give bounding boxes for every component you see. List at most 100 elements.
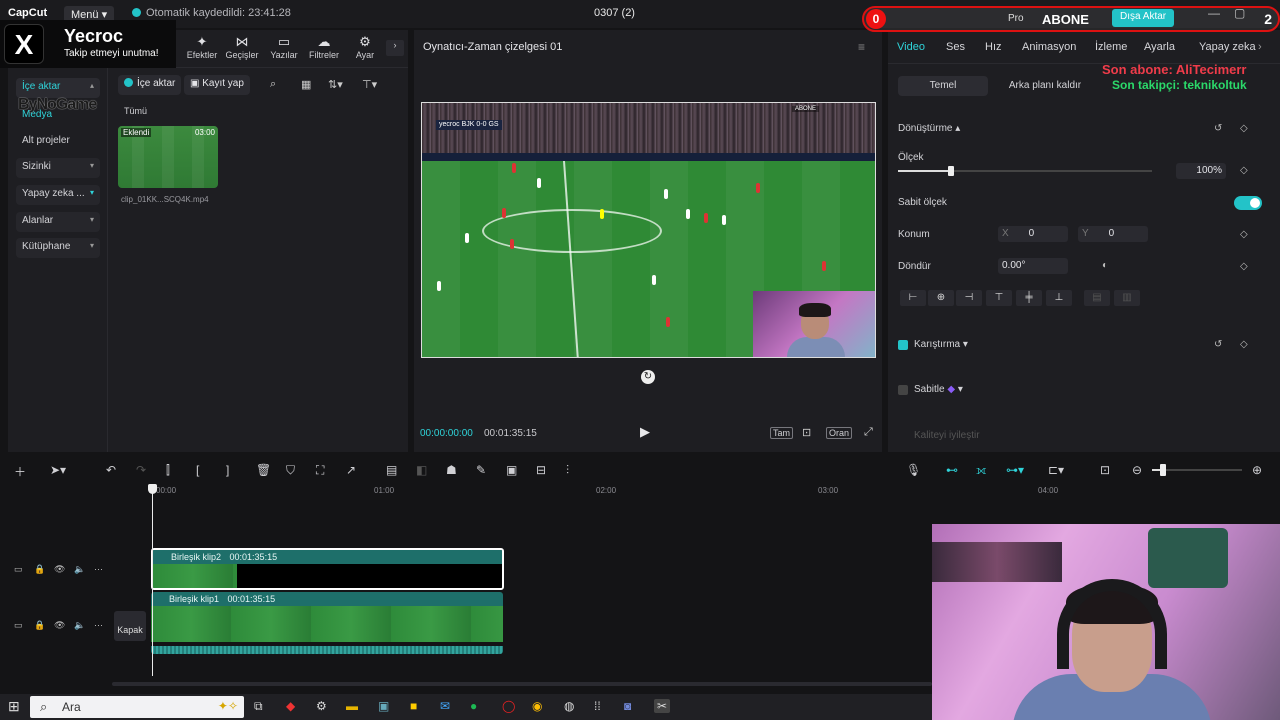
timeline-scrollbar[interactable] bbox=[112, 682, 932, 686]
tab-ai[interactable]: Yapay zeka bbox=[1199, 41, 1256, 53]
tool-transitions[interactable]: ⋈ Geçişler bbox=[222, 34, 262, 60]
spotify-icon[interactable]: ● bbox=[470, 699, 477, 713]
nav-library[interactable]: Kütüphane ▾ bbox=[16, 238, 100, 258]
tool-adjust[interactable]: ⚙ Ayar bbox=[345, 34, 385, 60]
cutout-icon[interactable]: ☗ bbox=[446, 463, 457, 477]
rotate-dial-icon[interactable]: ◐ bbox=[1102, 260, 1108, 271]
lock-icon[interactable]: 🔒 bbox=[34, 620, 45, 631]
tab-speed[interactable]: Hız bbox=[985, 41, 1002, 53]
more-icon[interactable]: ⋯ bbox=[94, 564, 103, 575]
tool-filters[interactable]: ☁ Filtreler bbox=[304, 34, 344, 60]
x-field[interactable]: X0 bbox=[998, 226, 1068, 242]
split-icon[interactable]: ⫿ bbox=[166, 463, 170, 478]
microphone-icon[interactable]: 🎙 bbox=[906, 463, 921, 477]
import-button[interactable]: İçe aktar bbox=[118, 75, 182, 95]
tabs-next-icon[interactable]: › bbox=[1258, 41, 1262, 53]
keyframe-icon[interactable]: ◇ bbox=[1240, 165, 1248, 176]
search-icon[interactable]: ⌕ bbox=[270, 78, 276, 91]
distribute-v-icon[interactable]: ▥ bbox=[1114, 290, 1140, 306]
settings-icon[interactable]: ⚙ bbox=[316, 699, 327, 713]
scale-value[interactable]: 100% bbox=[1176, 163, 1226, 179]
timeline-clip-1[interactable]: Birleşik klip1 00:01:35:15 bbox=[151, 592, 503, 654]
trim-right-icon[interactable]: ] bbox=[226, 463, 229, 477]
chrome-icon[interactable]: ◉ bbox=[532, 699, 542, 713]
align-right-icon[interactable]: ⊣ bbox=[956, 290, 982, 306]
blend-label[interactable]: Karıştırma ▾ bbox=[914, 339, 968, 350]
app-icon-blue[interactable]: ▣ bbox=[378, 699, 389, 713]
mail-icon[interactable]: ✉ bbox=[440, 699, 450, 713]
speed-curve-icon[interactable]: ↗ bbox=[346, 463, 356, 477]
nav-spaces[interactable]: Alanlar ▾ bbox=[16, 212, 100, 232]
freeze-icon[interactable]: ▤ bbox=[386, 463, 397, 477]
sort-icon[interactable]: ⇅▾ bbox=[328, 78, 343, 91]
tool-effects[interactable]: ✦ Efektler bbox=[182, 34, 222, 60]
obs-icon[interactable]: ◍ bbox=[564, 699, 574, 713]
undo-icon[interactable]: ↶ bbox=[106, 463, 116, 477]
eye-icon[interactable]: 👁 bbox=[54, 564, 65, 575]
keyframe-icon[interactable]: ◇ bbox=[1240, 123, 1248, 134]
reset-icon[interactable]: ↺ bbox=[1214, 339, 1222, 350]
redo-icon[interactable]: ↷ bbox=[136, 463, 146, 477]
play-icon[interactable]: ▶ bbox=[640, 424, 650, 440]
align-bottom-icon[interactable]: ⊥ bbox=[1046, 290, 1072, 306]
volume-icon[interactable]: 🔈 bbox=[74, 564, 85, 575]
export-button[interactable]: Dışa Aktar bbox=[1112, 9, 1175, 27]
hd-icon[interactable]: ▣ bbox=[506, 463, 517, 477]
transform-title[interactable]: Dönüştürme ▴ bbox=[898, 123, 960, 134]
scale-slider-track[interactable] bbox=[952, 170, 1152, 172]
more-icon[interactable]: ⋯ bbox=[94, 620, 103, 631]
reset-icon[interactable]: ↺ bbox=[1214, 123, 1222, 134]
distribute-h-icon[interactable]: ▤ bbox=[1084, 290, 1110, 306]
crop-icon[interactable]: ⛶ bbox=[316, 463, 324, 478]
delete-icon[interactable]: 🗑 bbox=[256, 463, 271, 477]
export-frame-icon[interactable]: ⊟ bbox=[536, 463, 546, 477]
task-view-icon[interactable]: ⧉ bbox=[254, 699, 263, 714]
record-button[interactable]: ▣ Kayıt yap bbox=[184, 75, 250, 95]
zoom-in-icon[interactable]: ⊕ bbox=[1252, 463, 1262, 477]
file-explorer-icon[interactable]: ▬ bbox=[346, 699, 358, 713]
link-icon[interactable]: ⊷ bbox=[946, 463, 958, 477]
screenshot-icon[interactable]: ⊡ bbox=[802, 426, 811, 439]
nav-ai[interactable]: Yapay zeka ... ▾ bbox=[16, 185, 100, 205]
blend-checkbox[interactable] bbox=[898, 340, 908, 350]
cover-button[interactable]: Kapak bbox=[114, 611, 146, 641]
sticky-notes-icon[interactable]: ■ bbox=[410, 699, 417, 713]
zoom-slider-thumb[interactable] bbox=[1160, 464, 1166, 476]
enhance-label[interactable]: Kaliteyi iyileştir bbox=[914, 430, 980, 441]
segment-basic[interactable]: Temel bbox=[898, 76, 988, 96]
app-grid-icon[interactable]: ⁞⁞ bbox=[594, 699, 601, 713]
tool-text[interactable]: ▭ Yazılar bbox=[264, 34, 304, 60]
zoom-out-icon[interactable]: ⊖ bbox=[1132, 463, 1142, 477]
playhead-handle[interactable] bbox=[148, 484, 157, 494]
ratio-button[interactable]: Oran bbox=[826, 427, 853, 439]
opera-icon[interactable]: ◯ bbox=[502, 699, 515, 713]
lock-icon[interactable]: 🔒 bbox=[34, 564, 45, 575]
timeline-clip-2[interactable]: Birleşik klip2 00:01:35:15 bbox=[151, 548, 504, 590]
keyframe-icon[interactable]: ◇ bbox=[1240, 339, 1248, 350]
app-icon-red[interactable]: ◆ bbox=[286, 699, 295, 713]
nav-yours[interactable]: Sizinki ▾ bbox=[16, 158, 100, 178]
filter-all[interactable]: Tümü bbox=[124, 106, 147, 116]
rotate-handle-icon[interactable]: ↻ bbox=[641, 370, 655, 384]
keyframe-icon[interactable]: ◇ bbox=[1240, 261, 1248, 272]
capcut-taskbar-icon[interactable]: ✂ bbox=[654, 699, 671, 713]
snap-icon[interactable]: ⟗ bbox=[976, 463, 987, 478]
tab-tracking[interactable]: İzleme bbox=[1095, 41, 1127, 53]
fullscreen-icon[interactable]: ⤢ bbox=[864, 426, 873, 439]
zoom-slider-track[interactable] bbox=[1162, 469, 1242, 471]
audio-wave-icon[interactable]: ⫶ bbox=[566, 463, 569, 478]
preview-axis-icon[interactable]: ⊏▾ bbox=[1048, 463, 1064, 477]
tab-animation[interactable]: Animasyon bbox=[1022, 41, 1076, 53]
media-clip-thumbnail[interactable]: Eklendi 03:00 bbox=[118, 126, 218, 188]
magnet-icon[interactable]: ⊶▾ bbox=[1006, 463, 1024, 477]
playhead[interactable] bbox=[152, 486, 153, 676]
full-quality-button[interactable]: Tam bbox=[770, 427, 794, 439]
fit-icon[interactable]: ⊡ bbox=[1100, 463, 1110, 477]
magic-icon[interactable]: ✎ bbox=[476, 463, 486, 477]
marker-icon[interactable]: ⛉ bbox=[286, 463, 295, 478]
nav-subprojects[interactable]: Alt projeler bbox=[16, 132, 100, 152]
y-field[interactable]: Y0 bbox=[1078, 226, 1148, 242]
align-middle-icon[interactable]: ╪ bbox=[1016, 290, 1042, 306]
volume-icon[interactable]: 🔈 bbox=[74, 620, 85, 631]
add-track-icon[interactable]: ＋ bbox=[14, 463, 26, 480]
